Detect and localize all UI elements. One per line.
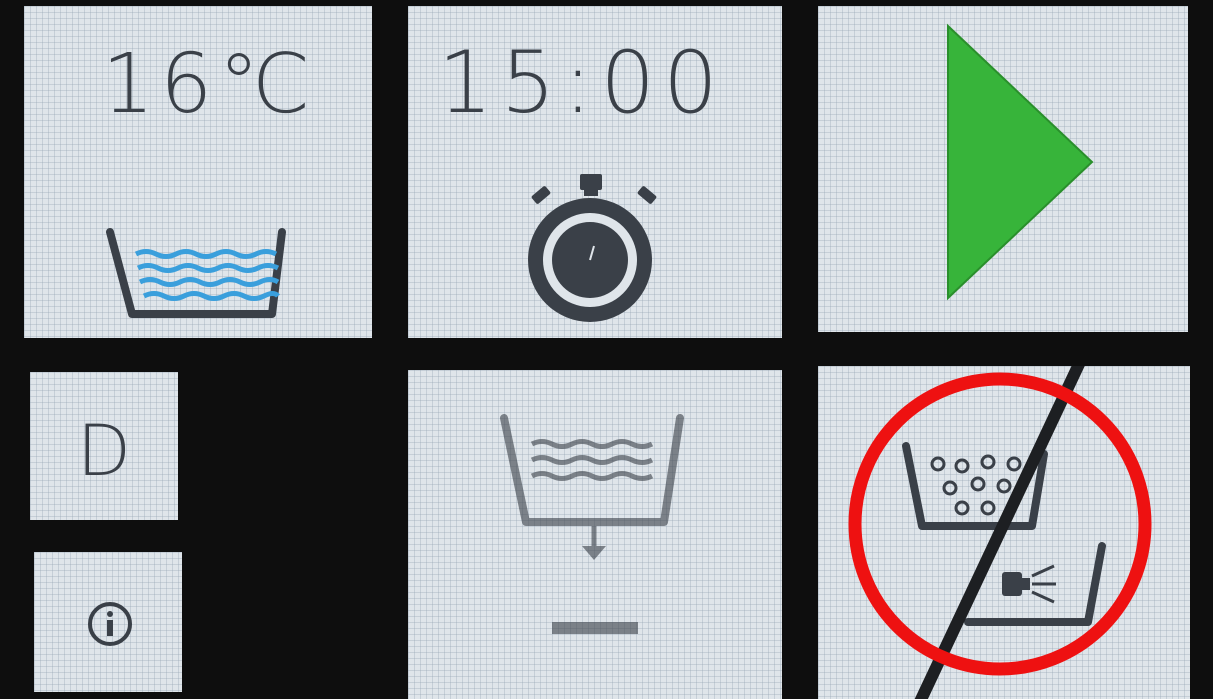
mode-button[interactable]: D (30, 372, 178, 520)
info-button[interactable] (34, 552, 182, 692)
info-icon (88, 602, 132, 646)
temperature-button[interactable]: 16℃ (24, 6, 372, 338)
no-fill-button[interactable] (818, 366, 1190, 699)
start-button[interactable] (818, 6, 1188, 332)
water-basin-icon (106, 228, 286, 318)
stopwatch-icon (528, 174, 657, 322)
play-icon (947, 23, 1094, 301)
drain-basin-icon (500, 414, 684, 634)
bubbles-basin-crossed-icon (902, 366, 1106, 699)
timer-button[interactable]: 15:00 (408, 6, 782, 338)
mode-label: D (77, 410, 131, 492)
drain-button[interactable] (408, 370, 782, 699)
